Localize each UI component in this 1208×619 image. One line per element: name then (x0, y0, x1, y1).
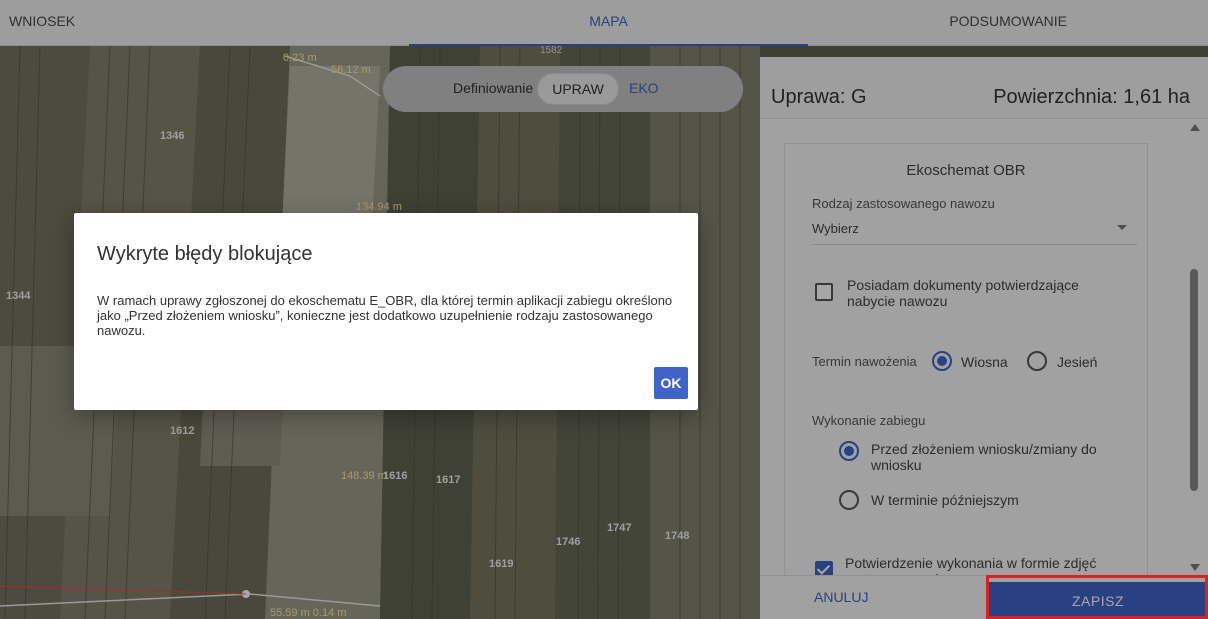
measurement-label: 148.39 m (341, 470, 387, 482)
crop-panel: Uprawa: G Powierzchnia: 1,61 ha Ekoschem… (760, 57, 1208, 619)
cancel-button[interactable]: ANULUJ (814, 589, 868, 605)
chevron-down-icon (1117, 225, 1127, 230)
parcel-label: 1582 (540, 46, 563, 56)
parcel-label: 1746 (556, 536, 581, 548)
measurement-label: 0.23 m (283, 52, 317, 64)
panel-footer: ANULUJ ZAPISZ (760, 575, 1208, 619)
parcel-label: 1346 (160, 130, 185, 142)
tab-podsumowanie[interactable]: PODSUMOWANIE (808, 0, 1208, 46)
error-dialog: Wykryte błędy blokujące W ramach uprawy … (74, 213, 698, 410)
parcel-label: 1612 (170, 425, 195, 437)
ok-button[interactable]: OK (654, 367, 688, 399)
tab-mapa[interactable]: MAPA (408, 0, 809, 46)
radio-wiosna-label: Wiosna (961, 354, 1008, 370)
documents-checkbox[interactable] (815, 283, 833, 301)
parcel-label: 1747 (607, 522, 632, 534)
panel-scrollbar[interactable] (1188, 119, 1204, 575)
dialog-message: W ramach uprawy zgłoszonej do ekoschemat… (97, 293, 673, 338)
radio-later[interactable] (839, 490, 859, 510)
ecoscheme-card: Ekoschemat OBR Rodzaj zastosowanego nawo… (784, 143, 1148, 588)
parcel-label: 1619 (489, 558, 514, 570)
crop-label: Uprawa: G (771, 86, 867, 108)
fertilizer-type-select[interactable]: Wybierz (812, 219, 1137, 245)
parcel-label: 1748 (665, 530, 690, 542)
mode-eko-button[interactable]: EKO (629, 80, 659, 96)
save-button[interactable]: ZAPISZ (989, 582, 1207, 619)
fertilization-term-label: Termin nawożenia (812, 354, 917, 369)
radio-before-submission-label: Przed złożeniem wniosku/zmiany do wniosk… (871, 441, 1097, 473)
panel-header: Uprawa: G Powierzchnia: 1,61 ha (760, 57, 1208, 119)
measurement-label: 56.12 m (331, 64, 371, 76)
mode-label: Definiowanie (453, 80, 534, 96)
top-tab-bar: WNIOSEK MAPA PODSUMOWANIE (0, 0, 1208, 46)
execution-label: Wykonanie zabiegu (812, 413, 926, 428)
radio-before-submission[interactable] (839, 441, 859, 461)
radio-later-label: W terminie późniejszym (871, 492, 1019, 508)
parcel-label: 1344 (6, 290, 31, 302)
ecoscheme-title: Ekoschemat OBR (906, 162, 1026, 179)
documents-checkbox-label: Posiadam dokumenty potwierdzające nabyci… (847, 277, 1079, 309)
measurement-label: 55.59 m 0.14 m (270, 607, 347, 619)
mode-upraw-button[interactable]: UPRAW (537, 73, 619, 105)
fertilizer-type-value: Wybierz (812, 221, 859, 236)
measurement-label: 134.94 m (356, 201, 402, 213)
fertilizer-type-label: Rodzaj zastosowanego nawozu (812, 196, 995, 211)
radio-wiosna[interactable] (932, 351, 952, 371)
scroll-down-icon[interactable] (1190, 564, 1200, 571)
area-label: Powierzchnia: 1,61 ha (993, 86, 1190, 108)
scroll-thumb[interactable] (1190, 269, 1198, 491)
parcel-label: 1617 (436, 474, 461, 486)
radio-jesien-label: Jesień (1057, 354, 1098, 370)
dialog-title: Wykryte błędy blokujące (97, 243, 313, 265)
radio-jesien[interactable] (1027, 351, 1047, 371)
tab-wniosek[interactable]: WNIOSEK (0, 0, 409, 46)
scroll-up-icon[interactable] (1190, 124, 1200, 131)
mode-toggle: Definiowanie UPRAW EKO (383, 66, 743, 112)
